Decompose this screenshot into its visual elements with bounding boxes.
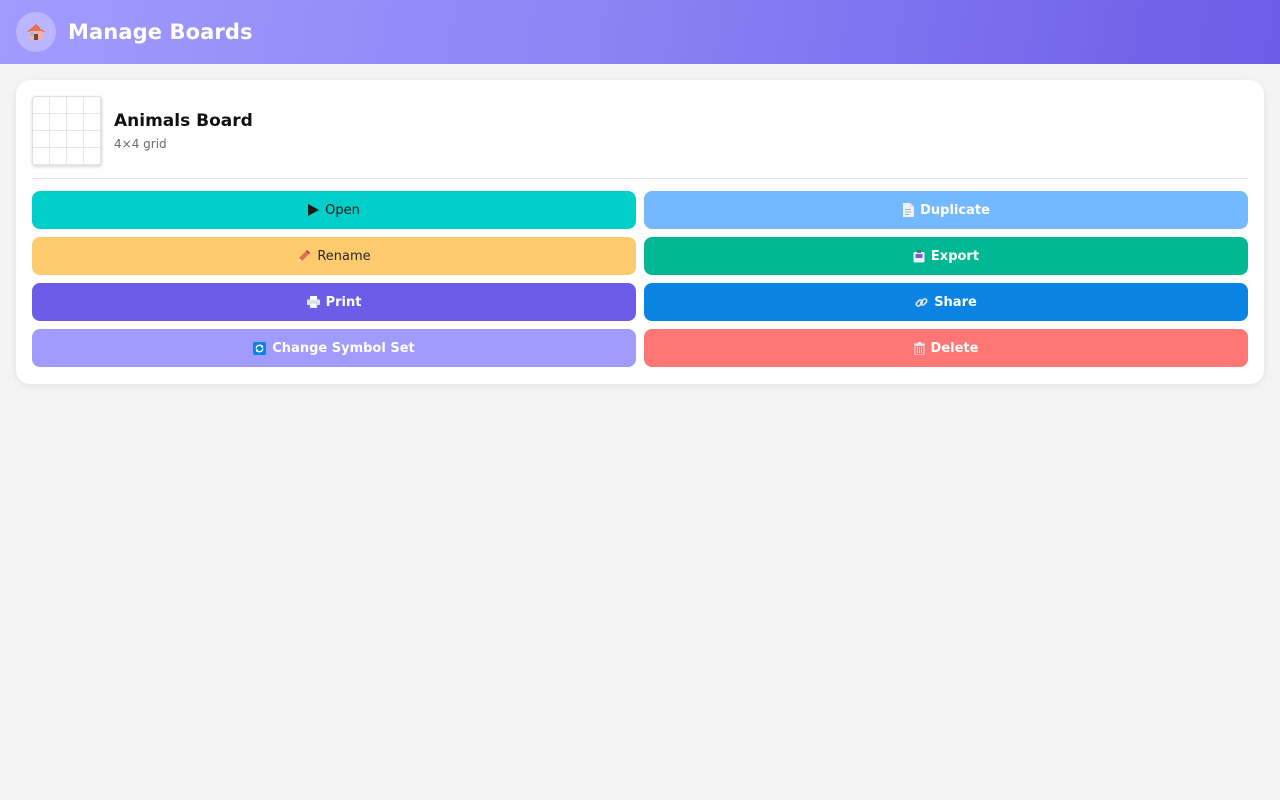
link-icon bbox=[915, 297, 928, 307]
share-button[interactable]: Share bbox=[644, 283, 1248, 321]
board-thumbnail[interactable] bbox=[32, 96, 102, 166]
board-info: Animals Board 4×4 grid bbox=[32, 96, 1248, 166]
print-button[interactable]: Print bbox=[32, 283, 636, 321]
home-button[interactable] bbox=[16, 12, 56, 52]
home-icon bbox=[27, 24, 45, 40]
divider bbox=[32, 178, 1248, 179]
rename-button-label: Rename bbox=[317, 248, 371, 264]
delete-button-label: Delete bbox=[930, 340, 979, 356]
play-icon bbox=[308, 204, 320, 216]
duplicate-button-label: Duplicate bbox=[920, 202, 990, 218]
app-header: Manage Boards bbox=[0, 0, 1280, 64]
change-symbol-set-button[interactable]: Change Symbol Set bbox=[32, 329, 636, 367]
board-card: Animals Board 4×4 grid Open Duplicate Re… bbox=[16, 80, 1264, 384]
rename-button[interactable]: Rename bbox=[32, 237, 636, 275]
print-button-label: Print bbox=[325, 294, 362, 310]
export-button[interactable]: Export bbox=[644, 237, 1248, 275]
export-button-label: Export bbox=[930, 248, 980, 264]
board-grid-size: 4×4 grid bbox=[114, 137, 167, 151]
board-actions: Open Duplicate Rename Export Print Share… bbox=[32, 191, 1248, 367]
printer-icon bbox=[306, 296, 320, 308]
share-button-label: Share bbox=[934, 294, 977, 310]
document-icon bbox=[903, 203, 915, 217]
open-button-label: Open bbox=[325, 202, 360, 218]
pencil-icon bbox=[298, 250, 311, 262]
page-title: Manage Boards bbox=[68, 20, 253, 44]
change-symbol-set-button-label: Change Symbol Set bbox=[272, 340, 415, 356]
refresh-icon bbox=[253, 341, 267, 355]
export-icon bbox=[913, 249, 925, 262]
delete-button[interactable]: Delete bbox=[644, 329, 1248, 367]
duplicate-button[interactable]: Duplicate bbox=[644, 191, 1248, 229]
board-name: Animals Board bbox=[114, 111, 253, 131]
open-button[interactable]: Open bbox=[32, 191, 636, 229]
trash-icon bbox=[913, 341, 925, 355]
